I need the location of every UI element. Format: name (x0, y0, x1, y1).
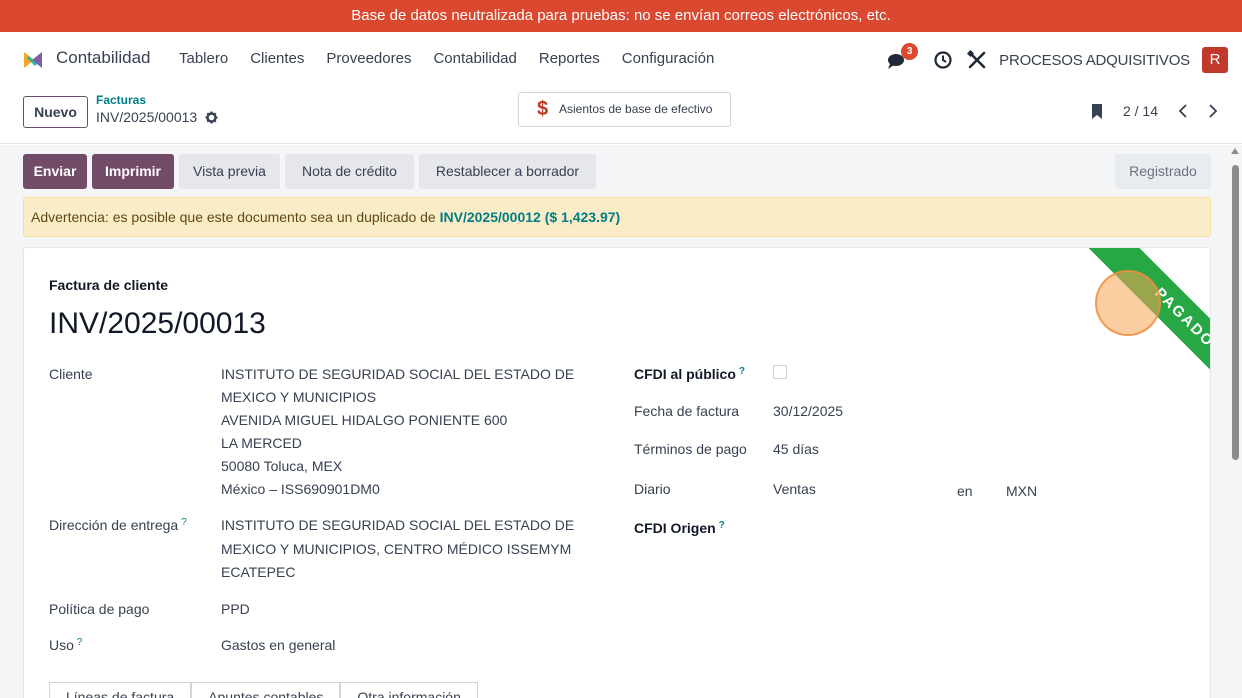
customer-address-line-2: LA MERCED (221, 435, 302, 451)
usage-value[interactable]: Gastos en general (221, 634, 335, 657)
control-panel: Nuevo Facturas INV/2025/00013 $ Asientos… (0, 84, 1242, 144)
preview-button[interactable]: Vista previa (179, 154, 280, 189)
cash-basis-label: Asientos de base de efectivo (559, 102, 713, 116)
help-icon[interactable]: ? (181, 517, 187, 528)
user-avatar[interactable]: R (1202, 47, 1228, 73)
messages-count-badge: 3 (901, 43, 919, 60)
touch-indicator (1095, 270, 1161, 336)
menu-reportes[interactable]: Reportes (539, 50, 600, 67)
payment-policy-value[interactable]: PPD (221, 598, 250, 621)
payment-terms-label: Términos de pago (634, 441, 747, 457)
currency-value[interactable]: MXN (1006, 480, 1037, 503)
customer-name-line-2[interactable]: MEXICO Y MUNICIPIOS (221, 386, 376, 409)
customer-address-line-1: AVENIDA MIGUEL HIDALGO PONIENTE 600 (221, 412, 508, 428)
warning-text: Advertencia: es posible que este documen… (31, 209, 436, 225)
customer-name-line-1[interactable]: INSTITUTO DE SEGURIDAD SOCIAL DEL ESTADO… (221, 363, 574, 386)
tab-invoice-lines[interactable]: Líneas de factura (49, 682, 192, 698)
menu-tablero[interactable]: Tablero (179, 50, 228, 67)
help-icon[interactable]: ? (719, 520, 725, 531)
delivery-address-line-1[interactable]: INSTITUTO DE SEGURIDAD SOCIAL DEL ESTADO… (221, 514, 574, 537)
menu-configuracion[interactable]: Configuración (622, 50, 715, 67)
invoice-date-label: Fecha de factura (634, 403, 740, 419)
credit-note-button[interactable]: Nota de crédito (285, 154, 414, 189)
invoice-type-label: Factura de cliente (49, 277, 169, 293)
chevron-left-icon (1178, 104, 1187, 118)
breadcrumb-current: INV/2025/00013 (96, 109, 198, 125)
gear-icon[interactable] (205, 111, 218, 124)
usage-label: Uso? (49, 637, 83, 653)
cfdi-origin-label: CFDI Origen? (634, 520, 725, 536)
accounting-app-icon[interactable] (22, 49, 44, 71)
top-navbar: Contabilidad Tablero Clientes Proveedore… (0, 38, 1242, 80)
invoice-name: INV/2025/00013 (49, 307, 266, 340)
neutralized-db-banner: Base de datos neutralizada para pruebas:… (0, 0, 1242, 32)
tab-other-info[interactable]: Otra información (340, 682, 478, 698)
dollar-icon: $ (537, 98, 549, 120)
customer-address-line-4: México – ISS690901DM0 (221, 481, 380, 497)
payment-policy-label: Política de pago (49, 601, 150, 617)
pager-value[interactable]: 2 / 14 (1123, 103, 1158, 119)
reset-to-draft-button[interactable]: Restablecer a borrador (419, 154, 596, 189)
delivery-address-line-2[interactable]: MEXICO Y MUNICIPIOS, CENTRO MÉDICO ISSEM… (221, 538, 571, 561)
journal-value[interactable]: Ventas (773, 478, 816, 501)
journal-label: Diario (634, 481, 671, 497)
app-name[interactable]: Contabilidad (56, 48, 151, 68)
currency-prefix: en (957, 483, 973, 499)
chevron-right-icon (1209, 104, 1218, 118)
tab-journal-items[interactable]: Apuntes contables (191, 682, 341, 698)
duplicate-warning: Advertencia: es posible que este documen… (23, 197, 1211, 237)
cfdi-public-label: CFDI al público? (634, 366, 745, 382)
new-button[interactable]: Nuevo (23, 96, 88, 128)
company-switcher[interactable]: PROCESOS ADQUISITIVOS (999, 52, 1190, 69)
clock-icon[interactable] (933, 50, 953, 70)
main-menu: Tablero Clientes Proveedores Contabilida… (179, 50, 736, 67)
delivery-address-label: Dirección de entrega? (49, 517, 187, 533)
cfdi-public-checkbox[interactable] (773, 365, 787, 379)
menu-proveedores[interactable]: Proveedores (326, 50, 411, 67)
pager-previous-button[interactable] (1172, 96, 1194, 126)
messages-button[interactable]: 3 (887, 43, 919, 71)
send-button[interactable]: Enviar (23, 154, 87, 189)
menu-contabilidad[interactable]: Contabilidad (433, 50, 516, 67)
delivery-address-line-3[interactable]: ECATEPEC (221, 561, 295, 584)
scroll-up-arrow[interactable] (1231, 148, 1239, 154)
bookmark-icon[interactable] (1091, 103, 1103, 120)
duplicate-invoice-link[interactable]: INV/2025/00012 ($ 1,423.97) (440, 209, 621, 225)
help-icon[interactable]: ? (739, 366, 745, 377)
pager-next-button[interactable] (1202, 96, 1224, 126)
customer-label: Cliente (49, 366, 93, 382)
tools-icon[interactable] (967, 50, 987, 70)
payment-terms-value[interactable]: 45 días (773, 438, 819, 461)
status-registered[interactable]: Registrado (1115, 154, 1211, 189)
print-button[interactable]: Imprimir (92, 154, 174, 189)
menu-clientes[interactable]: Clientes (250, 50, 304, 67)
invoice-date-value[interactable]: 30/12/2025 (773, 400, 843, 423)
help-icon[interactable]: ? (77, 637, 83, 648)
scrollbar-thumb[interactable] (1232, 165, 1239, 460)
breadcrumb: Facturas INV/2025/00013 (96, 94, 218, 127)
breadcrumb-invoices-link[interactable]: Facturas (96, 94, 218, 107)
customer-address-line-3: 50080 Toluca, MEX (221, 458, 343, 474)
cash-basis-entries-button[interactable]: $ Asientos de base de efectivo (518, 92, 731, 127)
notebook-tabs: Líneas de factura Apuntes contables Otra… (49, 682, 478, 698)
